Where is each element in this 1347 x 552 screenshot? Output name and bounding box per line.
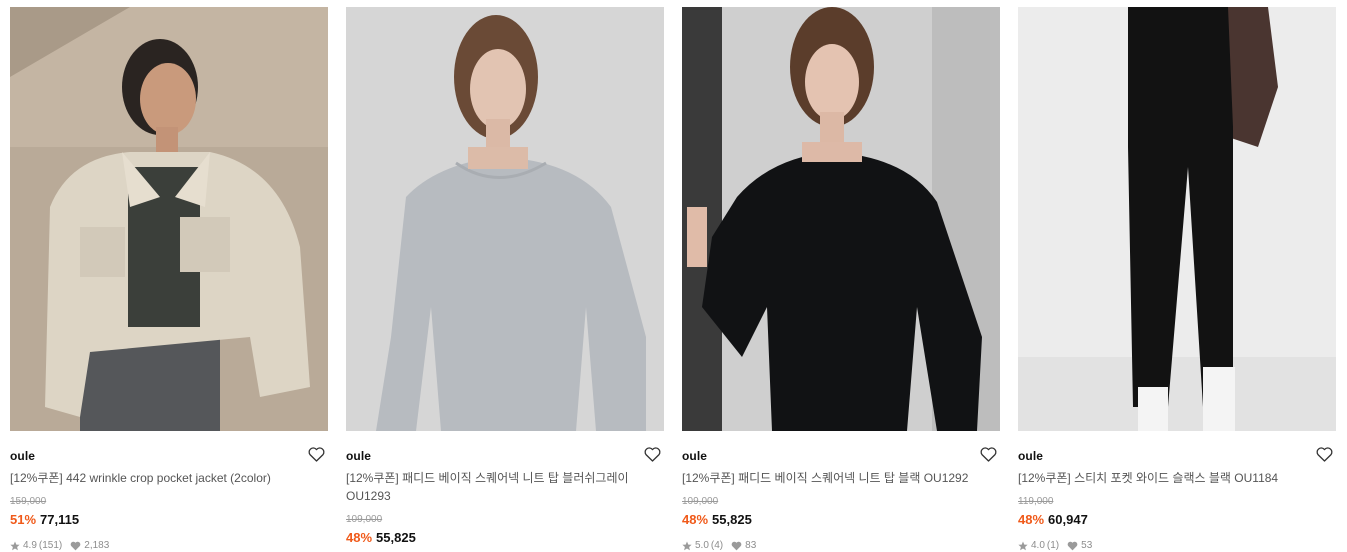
heart-outline-icon[interactable] bbox=[1316, 447, 1334, 463]
like-count: 53 bbox=[1081, 540, 1093, 551]
brand-name[interactable]: oule bbox=[1018, 449, 1043, 463]
heart-outline-icon[interactable] bbox=[644, 447, 662, 463]
product-image[interactable] bbox=[1018, 7, 1336, 431]
rating-meta: 5.0 (4) 83 bbox=[682, 540, 756, 551]
original-price: 119,000 bbox=[1018, 496, 1054, 507]
original-price: 159,000 bbox=[10, 496, 47, 507]
product-photo-black-slacks bbox=[1018, 7, 1336, 431]
heart-icon bbox=[731, 541, 742, 550]
discount-rate: 51% bbox=[10, 512, 37, 527]
like-count: 2,183 bbox=[84, 540, 110, 551]
rating-meta: 4.0 (1) 53 bbox=[1018, 540, 1092, 551]
product-card[interactable]: oule [12%쿠폰] 442 wrinkle crop pocket jac… bbox=[10, 7, 328, 552]
product-photo-grey-knit bbox=[346, 7, 664, 431]
rating-value: 4.0 bbox=[1031, 540, 1045, 551]
brand-row: oule bbox=[10, 447, 328, 465]
original-price: 109,000 bbox=[346, 514, 383, 525]
review-count: (4) bbox=[710, 540, 724, 551]
star-icon bbox=[10, 541, 20, 550]
price-row: 48% 55,825 bbox=[346, 530, 416, 545]
brand-row: oule bbox=[682, 447, 1000, 465]
original-price: 109,000 bbox=[682, 496, 719, 507]
product-grid: oule [12%쿠폰] 442 wrinkle crop pocket jac… bbox=[10, 7, 1336, 552]
review-count: (1) bbox=[1046, 540, 1060, 551]
product-card[interactable]: oule [12%쿠폰] 스티치 포켓 와이드 슬랙스 블랙 OU1184 11… bbox=[1018, 7, 1336, 552]
sale-price: 77,115 bbox=[40, 512, 80, 527]
brand-name[interactable]: oule bbox=[682, 449, 707, 463]
product-card[interactable]: oule [12%쿠폰] 패디드 베이직 스퀘어넥 니트 탑 블랙 OU1292… bbox=[682, 7, 1000, 552]
rating-value: 4.9 bbox=[23, 540, 37, 551]
product-image[interactable] bbox=[346, 7, 664, 431]
product-photo-black-knit bbox=[682, 7, 1000, 431]
heart-icon bbox=[70, 541, 81, 550]
price-row: 48% 55,825 bbox=[682, 512, 752, 527]
sale-price: 55,825 bbox=[712, 512, 752, 527]
product-title[interactable]: [12%쿠폰] 패디드 베이직 스퀘어넥 니트 탑 블러쉬그레이 OU1293 bbox=[346, 469, 664, 505]
discount-rate: 48% bbox=[682, 512, 709, 527]
discount-rate: 48% bbox=[1018, 512, 1045, 527]
rating-meta: 4.9 (151) 2,183 bbox=[10, 540, 109, 551]
product-photo-jacket bbox=[10, 7, 328, 431]
review-count: (151) bbox=[38, 540, 63, 551]
product-title[interactable]: [12%쿠폰] 패디드 베이직 스퀘어넥 니트 탑 블랙 OU1292 bbox=[682, 469, 1000, 487]
heart-icon bbox=[1067, 541, 1078, 550]
brand-row: oule bbox=[1018, 447, 1336, 465]
brand-row: oule bbox=[346, 447, 664, 465]
rating-value: 5.0 bbox=[695, 540, 709, 551]
product-image[interactable] bbox=[682, 7, 1000, 431]
price-row: 48% 60,947 bbox=[1018, 512, 1088, 527]
like-count: 83 bbox=[745, 540, 757, 551]
brand-name[interactable]: oule bbox=[346, 449, 371, 463]
star-icon bbox=[1018, 541, 1028, 550]
product-card[interactable]: oule [12%쿠폰] 패디드 베이직 스퀘어넥 니트 탑 블러쉬그레이 OU… bbox=[346, 7, 664, 552]
product-title[interactable]: [12%쿠폰] 스티치 포켓 와이드 슬랙스 블랙 OU1184 bbox=[1018, 469, 1336, 487]
sale-price: 60,947 bbox=[1048, 512, 1088, 527]
product-title[interactable]: [12%쿠폰] 442 wrinkle crop pocket jacket (… bbox=[10, 469, 328, 487]
price-row: 51% 77,115 bbox=[10, 512, 79, 527]
sale-price: 55,825 bbox=[376, 530, 416, 545]
heart-outline-icon[interactable] bbox=[980, 447, 998, 463]
star-icon bbox=[682, 541, 692, 550]
brand-name[interactable]: oule bbox=[10, 449, 35, 463]
product-image[interactable] bbox=[10, 7, 328, 431]
discount-rate: 48% bbox=[346, 530, 373, 545]
heart-outline-icon[interactable] bbox=[308, 447, 326, 463]
